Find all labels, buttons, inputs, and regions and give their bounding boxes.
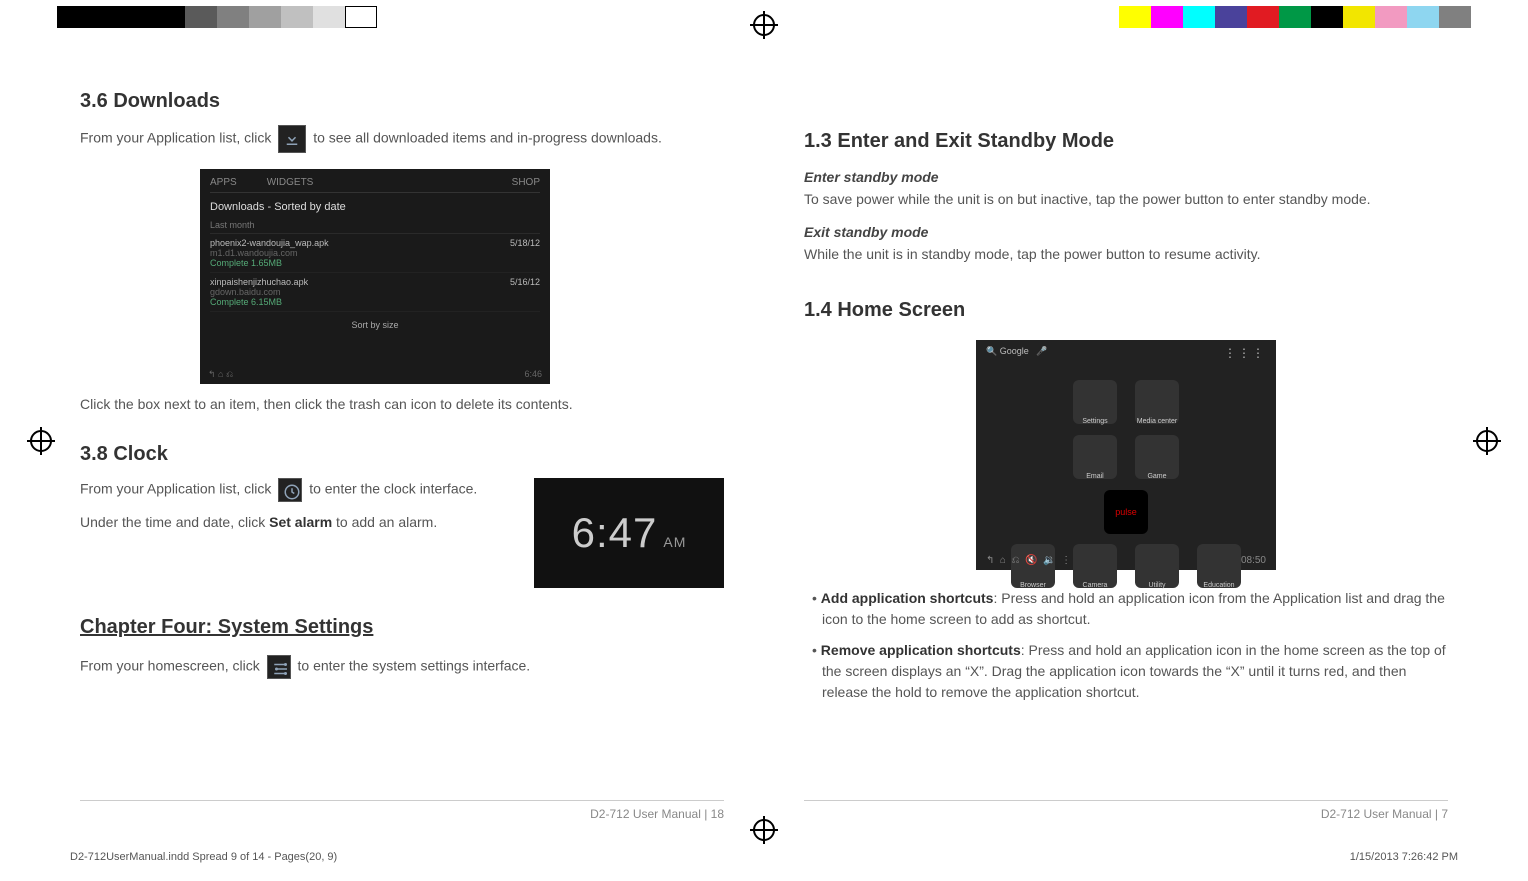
print-timestamp: 1/15/2013 7:26:42 PM bbox=[1350, 851, 1458, 863]
heading-3-8: 3.8 Clock bbox=[80, 443, 724, 466]
tab-widgets: WIDGETS bbox=[267, 177, 314, 188]
downloads-app-icon bbox=[278, 125, 306, 153]
google-search-label: Google bbox=[1000, 346, 1029, 356]
screenshot-clock: 6:47AM bbox=[534, 478, 724, 588]
mic-icon: 🎤 bbox=[1036, 346, 1047, 356]
registration-mark-icon bbox=[30, 430, 52, 452]
subhead-enter-standby: Enter standby mode bbox=[804, 169, 1448, 185]
registration-mark-icon bbox=[753, 14, 775, 36]
para-clock-open: From your Application list, click to ent… bbox=[80, 478, 520, 502]
registration-colorbar-left bbox=[57, 6, 377, 28]
page-footer-right: D2-712 User Manual | 7 bbox=[804, 800, 1448, 821]
print-footer: D2-712UserManual.indd Spread 9 of 14 - P… bbox=[70, 851, 1458, 863]
page-7: 1.3 Enter and Exit Standby Mode Enter st… bbox=[804, 90, 1448, 821]
bullet-remove-shortcut: • Remove application shortcuts: Press an… bbox=[804, 640, 1448, 703]
heading-1-4: 1.4 Home Screen bbox=[804, 299, 1448, 322]
sort-by-size: Sort by size bbox=[210, 320, 540, 330]
para-downloads-delete: Click the box next to an item, then clic… bbox=[80, 394, 724, 415]
para-downloads-intro: From your Application list, click to see… bbox=[80, 125, 724, 153]
downloads-section: Last month bbox=[210, 217, 540, 234]
print-file-info: D2-712UserManual.indd Spread 9 of 14 - P… bbox=[70, 851, 337, 863]
registration-colorbar-right bbox=[1119, 6, 1471, 28]
settings-app-icon bbox=[267, 655, 291, 679]
heading-1-3: 1.3 Enter and Exit Standby Mode bbox=[804, 130, 1448, 153]
app-icon-pulse: pulse bbox=[1104, 490, 1148, 534]
search-icon: 🔍 bbox=[986, 346, 997, 356]
screenshot-downloads: APPS WIDGETS SHOP Downloads - Sorted by … bbox=[200, 169, 550, 384]
tab-apps: APPS bbox=[210, 177, 237, 188]
nav-icons: ↰ ⌂ ⎌ 🔇 🔉 ⋮ bbox=[986, 555, 1071, 566]
heading-chapter-4: Chapter Four: System Settings bbox=[80, 616, 724, 639]
heading-3-6: 3.6 Downloads bbox=[80, 90, 724, 113]
para-exit-standby: While the unit is in standby mode, tap t… bbox=[804, 244, 1448, 265]
para-system-settings: From your homescreen, click to enter the… bbox=[80, 655, 724, 679]
status-time: 08:50 bbox=[1241, 555, 1266, 566]
clock-time-value: 6:47AM bbox=[572, 509, 687, 557]
bullet-add-shortcut: • Add application shortcuts: Press and h… bbox=[804, 588, 1448, 630]
nav-back-icon: ↰ ⌂ ⎌ bbox=[208, 369, 233, 380]
para-clock-alarm: Under the time and date, click Set alarm… bbox=[80, 512, 520, 533]
page-footer-left: D2-712 User Manual | 18 bbox=[80, 800, 724, 821]
status-time: 6:46 bbox=[524, 369, 542, 380]
para-enter-standby: To save power while the unit is on but i… bbox=[804, 189, 1448, 210]
registration-mark-icon bbox=[753, 819, 775, 841]
download-row: phoenix2-wandoujia_wap.apk m1.d1.wandouj… bbox=[210, 234, 540, 273]
subhead-exit-standby: Exit standby mode bbox=[804, 224, 1448, 240]
registration-mark-icon bbox=[1476, 430, 1498, 452]
screenshot-home: 🔍 Google 🎤 ⋮⋮⋮ Settings Media center Ema… bbox=[976, 340, 1276, 570]
downloads-heading: Downloads - Sorted by date bbox=[210, 201, 540, 213]
clock-app-icon bbox=[278, 478, 302, 502]
shop-label: SHOP bbox=[512, 177, 540, 188]
apps-grid-icon: ⋮⋮⋮ bbox=[1224, 346, 1266, 360]
download-row: xinpaishenjizhuchao.apk gdown.baidu.com … bbox=[210, 273, 540, 312]
page-18: 3.6 Downloads From your Application list… bbox=[80, 90, 724, 821]
